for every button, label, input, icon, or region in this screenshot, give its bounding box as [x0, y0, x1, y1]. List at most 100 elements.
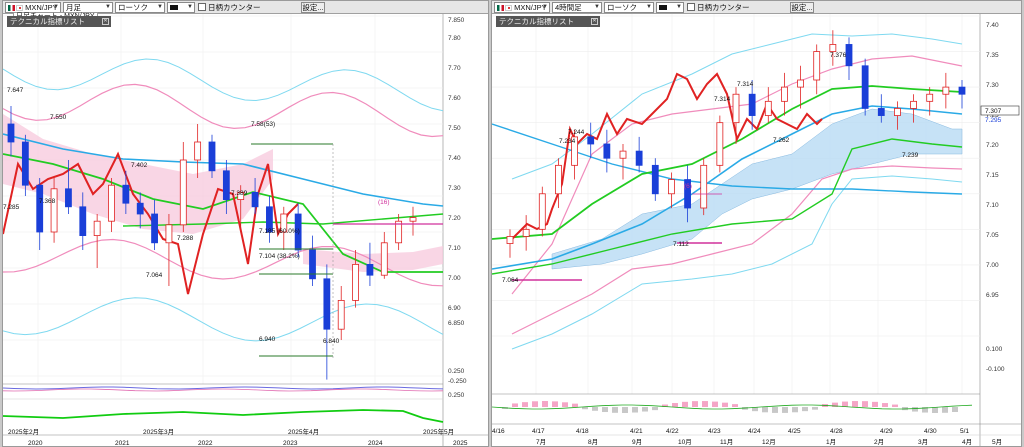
left-price-axis-label: 0.250 [448, 368, 465, 375]
candle-body [522, 228, 530, 237]
candle-body [194, 141, 202, 161]
right-date-label: 4/22 [666, 428, 679, 435]
right-chart[interactable]: 7.376 7.314 7.314 7.244 7.234 7.262 7.239 7.112… [492, 14, 1021, 446]
color-swatch-icon [170, 5, 178, 10]
candle-body [309, 249, 316, 280]
right-price-tag-label: 7.307 [985, 108, 1002, 115]
chevron-down-icon: ▼ [594, 4, 600, 10]
right-charttype-select[interactable]: ローソク ▼ [604, 2, 654, 13]
right-charttype-value: ローソク [607, 3, 637, 12]
right-price-axis-label: 7.30 [986, 82, 999, 89]
right-price-axis-label: 6.95 [986, 292, 999, 299]
left-year-label: 2020 [28, 440, 43, 446]
right-timeframe-value: 4時間足 [555, 3, 582, 12]
candle-body [208, 141, 216, 172]
chevron-down-icon: ▼ [676, 4, 682, 10]
right-month-label: 2月 [874, 438, 884, 446]
left-tech-list-panel[interactable]: テクニカル指標リスト ✕ [7, 16, 111, 27]
candle-body [926, 93, 934, 102]
right-date-label: 4/24 [748, 428, 761, 435]
right-macd-bar [542, 401, 548, 407]
right-month-label: 5月 [992, 438, 1002, 446]
right-macd-bar [952, 407, 958, 413]
left-charttype-select[interactable]: ローソク ▼ [115, 2, 165, 13]
right-price-axis-label: 7.05 [986, 232, 999, 239]
candle-body [222, 170, 230, 201]
candle-body [732, 93, 740, 124]
left-price-axis-label: 7.00 [448, 275, 461, 282]
chevron-down-icon: ▼ [105, 4, 111, 10]
right-settings-button[interactable]: 設定... [790, 2, 814, 13]
left-year-label: 2023 [283, 440, 298, 446]
chevron-down-icon: ▼ [157, 4, 163, 10]
right-price-axis-label: -0.100 [986, 366, 1005, 373]
left-price-axis-label: 7.20 [448, 215, 461, 222]
candle-body [165, 224, 173, 244]
left-timeframe-value: 月足 [66, 3, 81, 12]
right-month-label: 7月 [536, 438, 546, 446]
candle-body [877, 108, 885, 116]
candle-body [668, 179, 675, 195]
right-macd-bar [622, 407, 628, 413]
candle-body [65, 188, 72, 208]
close-icon[interactable]: ✕ [102, 18, 109, 25]
right-counter-checkbox[interactable] [687, 3, 695, 11]
left-price-annotation: 6.940 [259, 336, 276, 343]
left-settings-button[interactable]: 設定... [301, 2, 325, 13]
left-price-axis-label: 7.850 [448, 17, 465, 24]
right-price-annotation: 7.376 [830, 52, 847, 59]
right-price-annotation: 7.314 [737, 81, 754, 88]
color-swatch-icon [659, 5, 667, 10]
right-month-label: 12月 [762, 438, 776, 446]
left-year-label: 2025 [453, 440, 468, 446]
left-counter-checkbox[interactable] [198, 3, 206, 11]
left-price-axis-label: -0.250 [448, 378, 467, 385]
left-year-label: 2022 [198, 440, 213, 446]
right-macd-bar [652, 407, 658, 411]
right-tech-list-panel[interactable]: テクニカル指標リスト ✕ [496, 16, 600, 27]
right-macd-bar [872, 401, 878, 407]
right-date-label: 4/23 [708, 428, 721, 435]
right-macd-bar [782, 407, 788, 413]
candle-body [813, 51, 821, 81]
candle-body [251, 191, 259, 208]
candle-body [50, 188, 58, 233]
mexico-flag-icon [497, 5, 504, 11]
left-color-select[interactable]: ▼ [167, 2, 195, 13]
right-price-axis-label: 7.15 [986, 172, 999, 179]
left-price-axis-label: 6.90 [448, 305, 461, 312]
right-price-tag-label: 7.295 [985, 117, 1002, 124]
right-symbol-select[interactable]: MXN/JPY ▼ [494, 2, 550, 13]
right-timeframe-select[interactable]: 4時間足 ▼ [552, 2, 602, 13]
right-color-select[interactable]: ▼ [656, 2, 684, 13]
candle-body [651, 164, 659, 195]
right-macd-bar [762, 407, 768, 413]
left-price-annotation: 7.647 [7, 87, 24, 94]
japan-flag-icon [16, 5, 23, 11]
left-charttype-value: ローソク [118, 3, 148, 12]
left-date-label: 2025年2月 [8, 427, 39, 436]
right-macd-bar [562, 402, 568, 407]
left-chart[interactable]: 7.647 7.550 7.402 7.389 7.288 7.368 7.285 7.064… [3, 14, 488, 446]
right-price-axis-label: 0.100 [986, 346, 1003, 353]
right-chart-window: MXN/JPY ▼ 4時間足 ▼ ローソク ▼ ▼ 日柄カウンター 設定... … [491, 0, 1022, 447]
japan-flag-icon [505, 5, 512, 11]
left-price-annotation: 7.368 [39, 198, 56, 205]
right-counter-label: 日柄カウンター [697, 3, 750, 12]
candle-body [894, 108, 901, 116]
right-macd-bar [862, 401, 868, 407]
right-price-axis-label: 7.10 [986, 202, 999, 209]
close-icon[interactable]: ✕ [591, 18, 598, 25]
left-price-axis-label: 7.80 [448, 35, 461, 42]
right-price-annotation: 7.112 [673, 241, 689, 248]
candle-body [380, 242, 388, 276]
left-counter-label: 日柄カウンター [208, 3, 261, 12]
right-date-label: 4/18 [576, 428, 589, 435]
candle-body [635, 150, 643, 166]
chevron-down-icon: ▼ [646, 4, 652, 10]
candle-body [366, 263, 374, 276]
right-month-label: 10月 [678, 438, 692, 446]
left-oscillator-line [3, 409, 444, 423]
right-price-annotation: 7.314 [714, 96, 731, 103]
left-price-annotation: 7.064 [146, 272, 163, 279]
